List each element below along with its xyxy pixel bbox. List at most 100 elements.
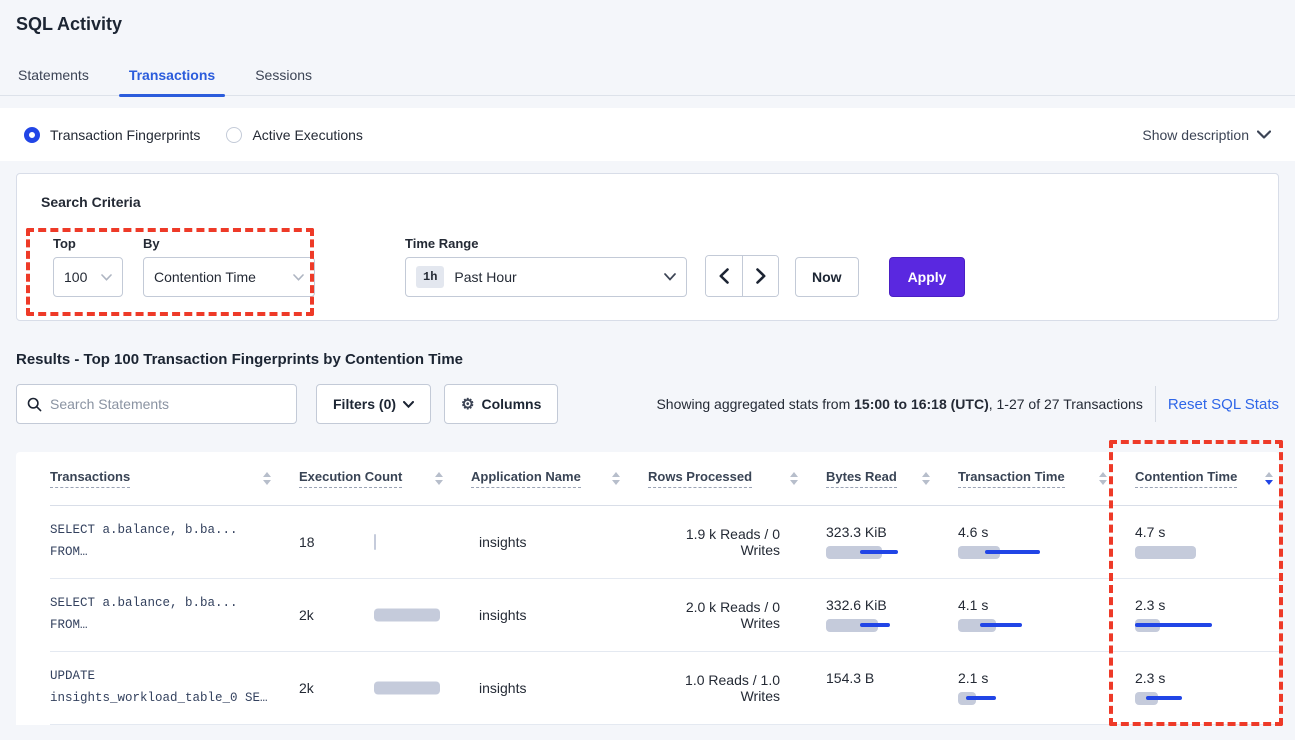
- transactions-table-card: Transactions Execution Count Application…: [16, 452, 1279, 725]
- filters-button[interactable]: Filters (0): [316, 384, 431, 424]
- header-rows-processed: Rows Processed: [648, 452, 826, 505]
- cell-transaction-fingerprint[interactable]: SELECT a.balance, b.ba...FROM…: [50, 505, 299, 578]
- aggregated-stats-text: Showing aggregated stats from 15:00 to 1…: [656, 396, 1142, 412]
- time-range-select[interactable]: 1h Past Hour: [405, 257, 687, 297]
- radio-label: Transaction Fingerprints: [50, 127, 200, 143]
- time-range-value: Past Hour: [454, 269, 516, 285]
- divider: [1155, 386, 1156, 422]
- bar-blue: [980, 623, 1022, 627]
- bar-blue: [860, 550, 898, 554]
- bar-blue: [860, 623, 890, 627]
- cell-transaction-time: 4.1 s: [958, 578, 1135, 651]
- sort-icon[interactable]: [435, 472, 443, 485]
- cell-application-name: insights: [471, 578, 648, 651]
- chevron-left-icon: [719, 268, 729, 284]
- apply-button[interactable]: Apply: [889, 257, 966, 297]
- radio-selected-icon: [24, 127, 40, 143]
- search-criteria-title: Search Criteria: [41, 194, 1254, 210]
- tab-statements[interactable]: Statements: [16, 59, 91, 95]
- page-title: SQL Activity: [16, 14, 1279, 35]
- top-field: Top 100: [53, 236, 143, 297]
- search-criteria-card: Search Criteria Top 100 By Contention Ti…: [16, 173, 1279, 321]
- contention-time-bar: [1135, 692, 1235, 705]
- results-toolbar: Filters (0) ⚙ Columns Showing aggregated…: [16, 384, 1279, 424]
- sort-icon[interactable]: [1099, 472, 1107, 485]
- time-range-label: Time Range: [405, 236, 687, 251]
- cell-rows-processed: 2.0 k Reads / 0 Writes: [648, 578, 826, 651]
- radio-unselected-icon: [226, 127, 242, 143]
- chevron-right-icon: [756, 268, 766, 284]
- sort-icon[interactable]: [1265, 472, 1273, 485]
- cell-execution-count: 2k: [299, 651, 471, 724]
- bar-blue: [1135, 623, 1212, 627]
- header-transactions: Transactions: [50, 452, 299, 505]
- cell-application-name: insights: [471, 651, 648, 724]
- sort-icon[interactable]: [263, 472, 271, 485]
- radio-label: Active Executions: [252, 127, 363, 143]
- top-select[interactable]: 100: [53, 257, 123, 297]
- time-range-badge: 1h: [416, 266, 444, 288]
- chevron-down-icon: [403, 401, 414, 408]
- header-bytes-read: Bytes Read: [826, 452, 958, 505]
- prev-time-button[interactable]: [706, 256, 742, 296]
- results-heading: Results - Top 100 Transaction Fingerprin…: [16, 351, 1279, 368]
- table-header-row: Transactions Execution Count Application…: [50, 452, 1279, 505]
- table-row: SELECT a.balance, b.ba...FROM… 2k insigh…: [50, 578, 1279, 651]
- radio-active-executions[interactable]: Active Executions: [226, 127, 363, 143]
- bar-blue: [985, 550, 1040, 554]
- chevron-down-icon: [293, 274, 304, 281]
- sort-icon[interactable]: [922, 472, 930, 485]
- time-step-buttons: [705, 255, 779, 297]
- top-label: Top: [53, 236, 143, 251]
- cell-application-name: insights: [471, 505, 648, 578]
- transactions-table: Transactions Execution Count Application…: [50, 452, 1279, 725]
- cell-contention-time: 2.3 s: [1135, 651, 1279, 724]
- cell-transaction-fingerprint[interactable]: SELECT a.balance, b.ba...FROM…: [50, 578, 299, 651]
- view-toggle-group: Transaction Fingerprints Active Executio…: [24, 127, 363, 143]
- stats-time-range: 15:00 to 16:18 (UTC): [854, 396, 989, 412]
- cell-transaction-time: 2.1 s: [958, 651, 1135, 724]
- show-description-label: Show description: [1142, 127, 1249, 143]
- cell-bytes-read: 332.6 KiB: [826, 578, 958, 651]
- sort-icon[interactable]: [612, 472, 620, 485]
- tab-transactions[interactable]: Transactions: [127, 59, 217, 95]
- header-application-name: Application Name: [471, 452, 648, 505]
- contention-time-bar: [1135, 546, 1235, 559]
- cell-bytes-read: 154.3 B: [826, 651, 958, 724]
- transaction-time-bar: [958, 546, 1058, 559]
- cell-rows-processed: 1.9 k Reads / 0 Writes: [648, 505, 826, 578]
- header-contention-time: Contention Time: [1135, 452, 1279, 505]
- cell-transaction-fingerprint[interactable]: UPDATEinsights_workload_table_0 SE…: [50, 651, 299, 724]
- reset-sql-stats-link[interactable]: Reset SQL Stats: [1168, 396, 1279, 413]
- tab-sessions[interactable]: Sessions: [253, 59, 314, 95]
- chevron-down-icon: [664, 273, 676, 281]
- cell-transaction-time: 4.6 s: [958, 505, 1135, 578]
- tab-bar: Statements Transactions Sessions: [0, 59, 1295, 96]
- bar-blue: [1146, 696, 1182, 700]
- cell-bytes-read: 323.3 KiB: [826, 505, 958, 578]
- bytes-read-bar: [826, 619, 926, 632]
- sql-activity-page: SQL Activity Statements Transactions Ses…: [0, 0, 1295, 740]
- execution-count-bar: [374, 681, 440, 694]
- contention-time-bar: [1135, 619, 1235, 632]
- next-time-button[interactable]: [742, 256, 778, 296]
- by-field: By Contention Time: [143, 236, 315, 297]
- chevron-down-icon: [101, 274, 112, 281]
- radio-transaction-fingerprints[interactable]: Transaction Fingerprints: [24, 127, 200, 143]
- now-button[interactable]: Now: [795, 257, 859, 297]
- toolbar-right: Showing aggregated stats from 15:00 to 1…: [656, 386, 1279, 422]
- view-toggle-band: Transaction Fingerprints Active Executio…: [0, 108, 1295, 161]
- search-icon: [27, 397, 42, 412]
- top-value: 100: [64, 269, 87, 285]
- table-row: SELECT a.balance, b.ba...FROM… 18 insigh…: [50, 505, 1279, 578]
- filters-label: Filters (0): [333, 396, 396, 412]
- search-statements-input[interactable]: [50, 396, 270, 412]
- by-value: Contention Time: [154, 269, 256, 285]
- search-statements-box[interactable]: [16, 384, 297, 424]
- table-row: UPDATEinsights_workload_table_0 SE… 2k i…: [50, 651, 1279, 724]
- columns-button[interactable]: ⚙ Columns: [444, 384, 558, 424]
- header-execution-count: Execution Count: [299, 452, 471, 505]
- by-select[interactable]: Contention Time: [143, 257, 315, 297]
- sort-icon[interactable]: [790, 472, 798, 485]
- show-description-toggle[interactable]: Show description: [1142, 127, 1271, 143]
